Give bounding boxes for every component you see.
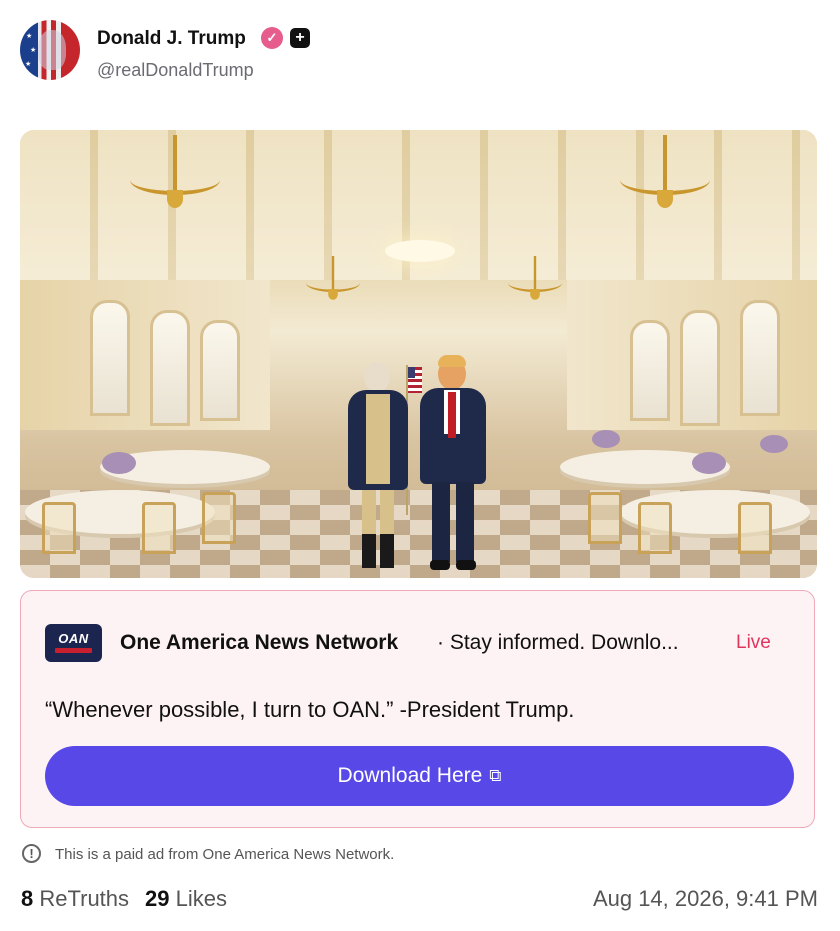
window — [680, 310, 720, 426]
external-link-icon: ⧉ — [489, 766, 502, 785]
ceiling-light — [385, 240, 455, 262]
post-timestamp[interactable]: Aug 14, 2026, 9:41 PM — [593, 886, 818, 912]
chair — [738, 502, 772, 554]
likes-label: Likes — [175, 886, 227, 911]
paid-ad-disclaimer: This is a paid ad from One America News … — [55, 846, 395, 863]
retruths-label: ReTruths — [39, 886, 130, 911]
chandelier — [620, 135, 710, 215]
oan-logo-text: OAN — [58, 631, 89, 646]
post-image[interactable] — [20, 130, 817, 578]
oan-logo: OAN — [45, 624, 102, 662]
chair — [142, 502, 176, 554]
chandelier — [306, 256, 360, 304]
ad-source-name[interactable]: One America News Network — [120, 631, 398, 655]
flowers — [592, 430, 620, 448]
window — [630, 320, 670, 421]
plus-badge-icon: + — [290, 28, 310, 48]
figure-colonial — [342, 362, 414, 568]
flowers — [102, 452, 136, 474]
flowers — [692, 452, 726, 474]
chandelier — [130, 135, 220, 215]
window — [200, 320, 240, 421]
post-stats: 8 ReTruths 29 Likes — [21, 886, 227, 912]
likes-count: 29 — [145, 886, 170, 911]
author-display-name[interactable]: Donald J. Trump — [97, 28, 246, 50]
window — [740, 300, 780, 416]
window — [90, 300, 130, 416]
download-button-label: Download Here — [337, 764, 483, 787]
likes-stat[interactable]: 29 Likes — [145, 886, 227, 911]
chair — [638, 502, 672, 554]
window — [150, 310, 190, 426]
live-badge: Live — [736, 632, 771, 653]
ad-tagline: · Stay informed. Downlo... — [437, 631, 679, 654]
chair — [202, 492, 236, 544]
avatar[interactable]: ★ ★ ★ — [20, 20, 80, 80]
ad-quote: “Whenever possible, I turn to OAN.” -Pre… — [45, 697, 575, 722]
verified-badge-icon: ✓ — [261, 27, 283, 49]
chair — [588, 492, 622, 544]
flowers — [760, 435, 788, 453]
retruths-stat[interactable]: 8 ReTruths — [21, 886, 129, 911]
author-handle[interactable]: @realDonaldTrump — [97, 60, 254, 81]
ad-card[interactable]: OAN One America News Network · Stay info… — [20, 590, 815, 828]
info-icon: ! — [22, 844, 41, 863]
chandelier — [508, 256, 562, 304]
retruths-count: 8 — [21, 886, 34, 911]
chair — [42, 502, 76, 554]
figure-suit — [416, 355, 490, 570]
download-button[interactable]: Download Here ⧉ — [45, 746, 794, 806]
avatar-face — [38, 30, 66, 70]
